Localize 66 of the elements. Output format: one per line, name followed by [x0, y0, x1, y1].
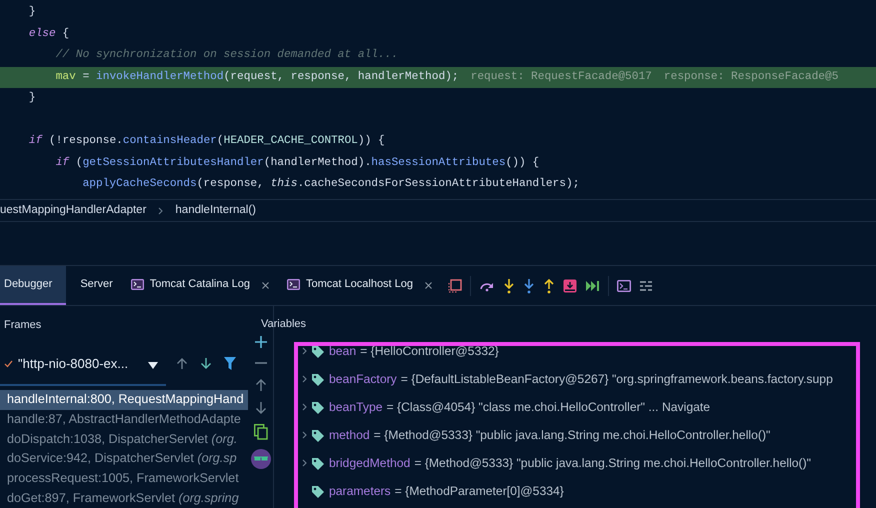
panel-tab[interactable]: Tomcat Localhost Log: [283, 266, 418, 305]
tag-icon: [311, 346, 325, 358]
stack-frame[interactable]: doDispatch:1038, DispatcherServlet (org.: [0, 429, 248, 449]
tag-icon: [311, 484, 325, 498]
add-icon[interactable]: [254, 336, 266, 348]
up-arrow-icon[interactable]: [254, 378, 266, 392]
layout-icon[interactable]: [448, 278, 462, 292]
close-icon[interactable]: [262, 282, 270, 289]
stack-frame[interactable]: handle:87, AbstractHandlerMethodAdapte: [0, 410, 248, 430]
variable-name: beanFactory: [329, 370, 397, 388]
code-line: // No synchronization on session demanded at all...: [54, 48, 398, 64]
breadcrumb-item[interactable]: handleInternal(): [175, 202, 256, 220]
variable-value: = {HelloController@5332}: [360, 346, 499, 360]
code-line: applyCacheSeconds(response, this.cacheSecondsForSessionAttributeHandlers);: [82, 176, 580, 192]
terminal-icon[interactable]: [617, 280, 632, 292]
variable-name: bridgedMethod: [329, 454, 410, 472]
glasses-icon[interactable]: [250, 449, 270, 469]
filter-icon[interactable]: [224, 357, 236, 370]
panel-tab[interactable]: Debugger: [0, 266, 66, 305]
code-line: mav = invokeHandlerMethod(request, response, handlerMethod);: [54, 70, 459, 85]
variable-value: = {MethodParameter[0]@5334}: [394, 482, 564, 500]
drop-frame-icon[interactable]: [563, 278, 578, 292]
down-arrow-icon[interactable]: [200, 357, 212, 370]
panel-tab[interactable]: Server: [76, 266, 117, 305]
code-line: if (!response.containsHeader(HEADER_CACHE_CONTROL)) {: [28, 134, 385, 150]
tag-icon: [311, 400, 325, 414]
stack-frame[interactable]: doService:942, DispatcherServlet (org.sp: [0, 448, 248, 469]
code-line: else {: [28, 26, 70, 42]
variable-name: method: [329, 426, 370, 444]
tag-icon: [311, 456, 325, 470]
variable-name: bean: [329, 346, 356, 360]
tag-icon: [311, 372, 325, 386]
variable-value: = {Method@5333} "public java.lang.String me.choi.HelloController.hello()": [374, 426, 770, 444]
thread-selector[interactable]: "http-nio-8080-ex...: [18, 354, 128, 374]
up-arrow-icon[interactable]: [176, 357, 188, 370]
variable-name: beanType: [329, 398, 383, 416]
code-line: }: [28, 4, 36, 20]
code-line: }: [28, 90, 36, 106]
list-icon[interactable]: [639, 280, 654, 292]
run-to-cursor-icon[interactable]: [585, 280, 600, 292]
close-icon[interactable]: [425, 282, 432, 289]
down-arrow-icon[interactable]: [254, 401, 266, 415]
variable-name: parameters: [329, 482, 391, 500]
variable-value: = {Class@4054} "class me.choi.HelloController" ... Navigate: [386, 398, 710, 416]
stack-frame[interactable]: processRequest:1005, FrameworkServlet: [0, 468, 248, 488]
chevron-icon: [158, 206, 164, 214]
variable-value: = {DefaultListableBeanFactory@5267} "org.springframework.beans.factory.supp: [400, 370, 833, 388]
panel-title: Variables: [261, 316, 306, 332]
copy-icon[interactable]: [254, 424, 268, 440]
code-line: if (getSessionAttributesHandler(handlerMethod).hasSessionAttributes()) {: [54, 156, 540, 171]
inline-value-hint: request: RequestFacade@5017: [470, 70, 652, 85]
stack-frame[interactable]: doGet:897, FrameworkServlet (org.spring: [0, 488, 248, 508]
step-into-icon[interactable]: [503, 278, 516, 294]
inline-value-hint: response: ResponseFacade@5: [664, 70, 838, 85]
variable-value: = {Method@5333} "public java.lang.String me.choi.HelloController.hello()": [414, 454, 812, 472]
terminal-icon: [287, 279, 300, 290]
panel-title: Frames: [4, 318, 42, 333]
terminal-icon: [130, 279, 144, 290]
breadcrumb-item[interactable]: uestMappingHandlerAdapter: [0, 202, 146, 220]
panel-tab[interactable]: Tomcat Catalina Log: [126, 266, 254, 305]
tag-icon: [311, 428, 325, 442]
dropdown-caret-icon[interactable]: [148, 362, 158, 370]
check-icon: [4, 360, 13, 368]
stack-frame[interactable]: handleInternal:800, RequestMappingHand: [0, 390, 248, 410]
force-step-into-icon[interactable]: [523, 278, 536, 294]
step-out-icon[interactable]: [543, 278, 556, 294]
